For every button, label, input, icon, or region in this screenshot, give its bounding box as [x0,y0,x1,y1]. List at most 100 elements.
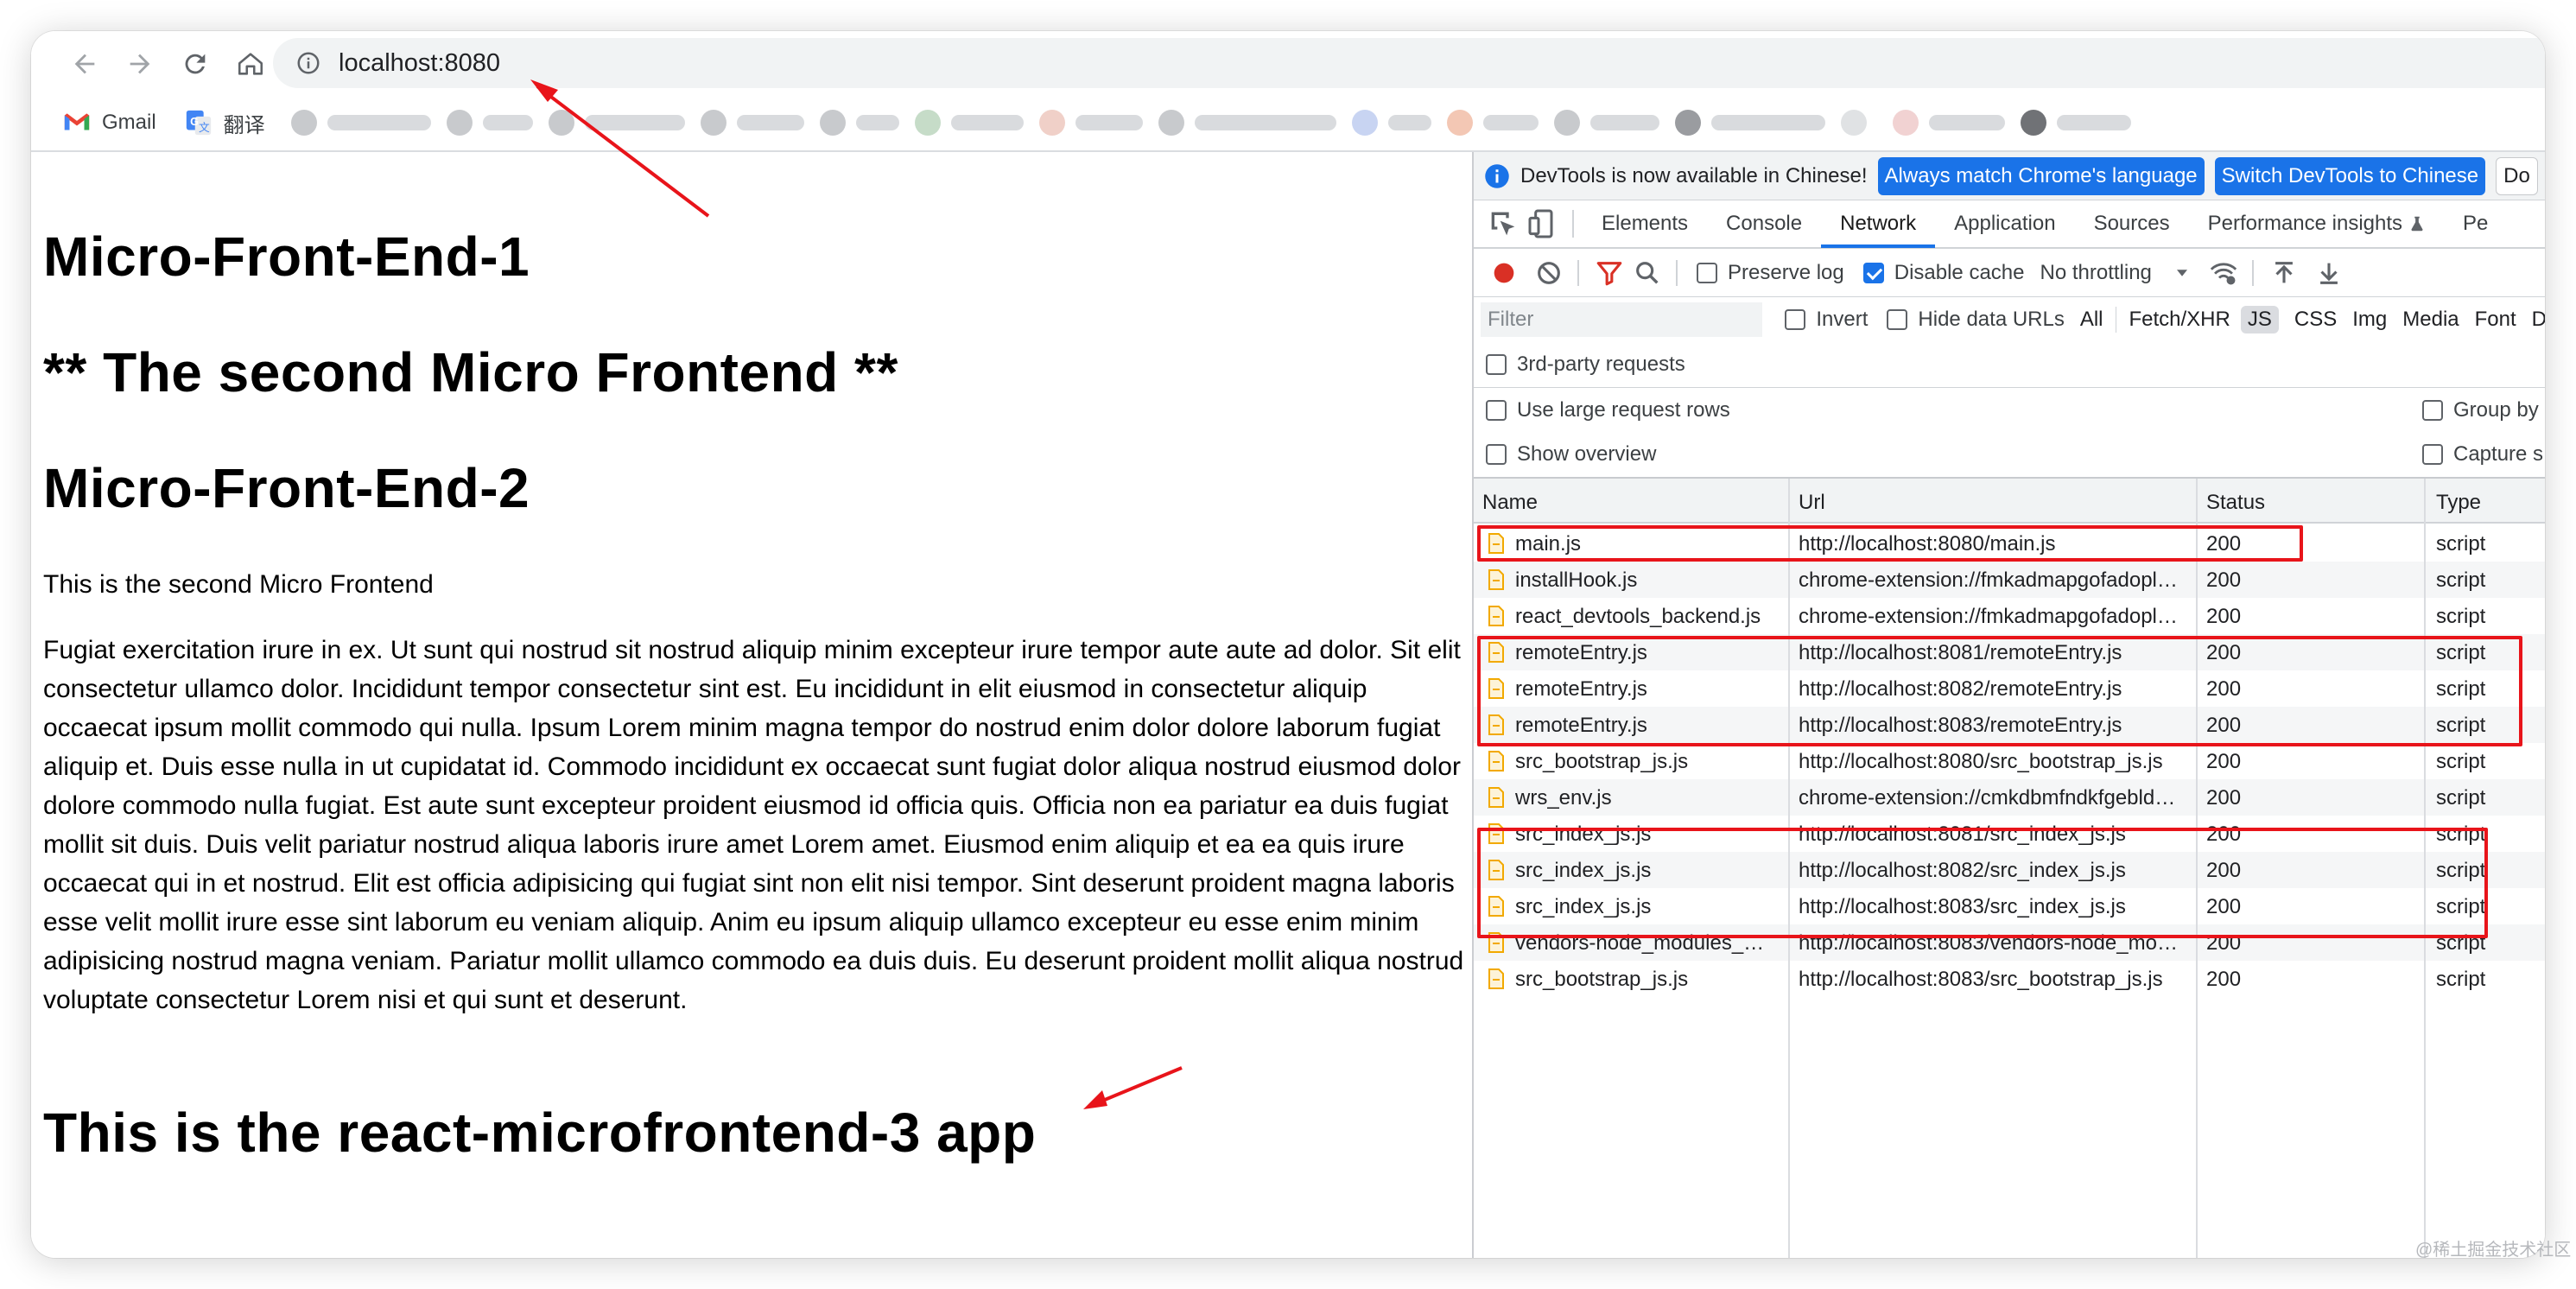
bookmark-blurred[interactable] [290,110,431,136]
type-filter-js[interactable]: JS [2240,306,2279,333]
request-status: 200 [2206,750,2242,773]
script-file-icon [1488,968,1504,989]
disable-cache-checkbox[interactable]: Disable cache [1862,261,2024,285]
record-icon[interactable] [1489,258,1519,288]
bookmark-blurred[interactable] [548,110,685,136]
preserve-log-checkbox[interactable]: Preserve log [1697,261,1844,285]
large-request-rows-checkbox[interactable]: Use large request rows [1486,398,1730,422]
bookmark-blurred[interactable] [1840,110,1877,136]
tab-application[interactable]: Application [1935,200,2074,248]
export-har-icon[interactable] [2314,258,2344,288]
bookmark-blurred[interactable] [1892,110,2005,136]
bookmark-translate[interactable]: G 文 翻译 [174,102,276,143]
site-info-icon[interactable] [295,50,321,76]
request-url: chrome-extension://fmkadmapgofadopl… [1799,605,2178,628]
google-translate-icon: G 文 [186,110,211,136]
request-type: script [2436,605,2486,628]
tab-performance[interactable]: Pe [2444,200,2507,248]
type-filter-media[interactable]: Media [2402,308,2459,332]
bookmark-blurred[interactable] [1674,110,1825,136]
bookmark-blurred[interactable] [1038,110,1143,136]
infobar-message: DevTools is now available in Chinese! [1520,163,1868,187]
table-row[interactable]: wrs_env.js chrome-extension://cmkdbmfndkf… [1474,779,2545,816]
column-header-status[interactable]: Status [2206,491,2265,515]
heading-react-microfrontend-3: This is the react-microfrontend-3 app [43,1102,1037,1164]
type-filter-img[interactable]: Img [2352,308,2387,332]
show-overview-checkbox[interactable]: Show overview [1486,442,1656,467]
tab-sources[interactable]: Sources [2075,200,2189,248]
request-url: http://localhost:8083/src_bootstrap_js.j… [1799,968,2163,991]
type-filter-font[interactable]: Font [2475,308,2516,332]
hide-data-urls-checkbox[interactable]: Hide data URLs [1887,308,2065,332]
table-row[interactable]: src_bootstrap_js.js http://localhost:8080… [1474,743,2545,779]
always-match-language-button[interactable]: Always match Chrome's language [1877,156,2205,195]
type-filter-doc[interactable]: D [2532,308,2545,332]
table-header: Name Url Status Type [1474,479,2545,524]
request-name: src_bootstrap_js.js [1515,750,1689,773]
tab-performance-insights[interactable]: Performance insights [2189,200,2430,248]
request-type: script [2436,568,2486,592]
filter-input[interactable]: Filter [1481,302,1763,337]
device-toolbar-icon[interactable] [1526,206,1560,241]
devtools-language-infobar: DevTools is now available in Chinese! Al… [1474,152,2545,200]
inspect-element-icon[interactable] [1486,206,1520,241]
home-button[interactable] [232,45,270,83]
request-status: 200 [2206,605,2242,628]
svg-text:G: G [190,115,199,128]
bookmark-blurred[interactable] [1446,110,1539,136]
request-status: 200 [2206,568,2242,592]
bookmark-blurred[interactable] [446,110,533,136]
request-name: installHook.js [1515,568,1638,592]
invert-checkbox[interactable]: Invert [1785,308,1868,332]
request-name: src_bootstrap_js.js [1515,968,1689,991]
reload-button[interactable] [176,45,214,83]
table-row[interactable]: react_devtools_backend.js chrome-extensio… [1474,598,2545,634]
clear-icon[interactable] [1534,258,1564,288]
network-request-table: Name Url Status Type main.js http://local… [1474,477,2545,1258]
third-party-requests-checkbox[interactable]: 3rd-party requests [1486,352,1685,377]
heading-micro-front-end-2: Micro-Front-End-2 [43,457,530,519]
tab-console[interactable]: Console [1707,200,1821,248]
request-type: script [2436,532,2486,556]
lorem-paragraph: Fugiat exercitation irure in ex. Ut sunt… [43,636,1464,1014]
back-button[interactable] [66,45,104,83]
subtitle-text: This is the second Micro Frontend [43,570,434,599]
browser-toolbar: localhost:8080 [31,31,2545,95]
bookmark-blurred[interactable] [1553,110,1659,136]
type-filter-css[interactable]: CSS [2294,308,2337,332]
table-row[interactable]: src_bootstrap_js.js http://localhost:8083… [1474,961,2545,997]
import-har-icon[interactable] [2269,258,2299,288]
bookmark-blurred[interactable] [1158,110,1336,136]
bookmark-blurred[interactable] [1351,110,1431,136]
url-text[interactable]: localhost:8080 [339,49,500,78]
column-header-type[interactable]: Type [2436,491,2481,515]
column-header-name[interactable]: Name [1482,491,1538,515]
type-filter-fetch-xhr[interactable]: Fetch/XHR [2129,308,2230,332]
tab-elements[interactable]: Elements [1583,200,1707,248]
request-url: chrome-extension://cmkdbmfndkfgebld… [1799,786,2176,810]
forward-button[interactable] [121,45,159,83]
search-icon[interactable] [1633,258,1662,288]
filter-icon[interactable] [1595,258,1624,288]
type-filter-all[interactable]: All [2080,308,2103,332]
options-row-overview: Show overview Capture s [1474,432,2545,477]
bookmark-blurred[interactable] [2020,110,2131,136]
table-row[interactable]: installHook.js chrome-extension://fmkadma… [1474,562,2545,598]
bookmark-blurred[interactable] [700,110,804,136]
switch-devtools-chinese-button[interactable]: Switch DevTools to Chinese [2214,156,2486,195]
tab-network[interactable]: Network [1821,200,1936,248]
group-by-frame-checkbox[interactable]: Group by [2422,398,2539,422]
bookmark-blurred[interactable] [914,110,1024,136]
network-conditions-icon[interactable] [2209,258,2238,288]
capture-screenshots-checkbox[interactable]: Capture s [2422,442,2543,467]
throttling-select[interactable]: No throttling [2040,261,2189,285]
options-row-third-party: 3rd-party requests [1474,342,2545,387]
bookmark-blurred[interactable] [819,110,899,136]
bookmark-gmail[interactable]: Gmail [52,102,167,143]
address-bar[interactable]: localhost:8080 [273,38,2545,88]
info-icon [1485,163,1509,188]
dont-show-again-button[interactable]: Do [2496,156,2538,195]
column-header-url[interactable]: Url [1799,491,1825,515]
network-filter-bar: Filter Invert Hide data URLs All Fetch/X… [1474,297,2545,342]
request-status: 200 [2206,968,2242,991]
